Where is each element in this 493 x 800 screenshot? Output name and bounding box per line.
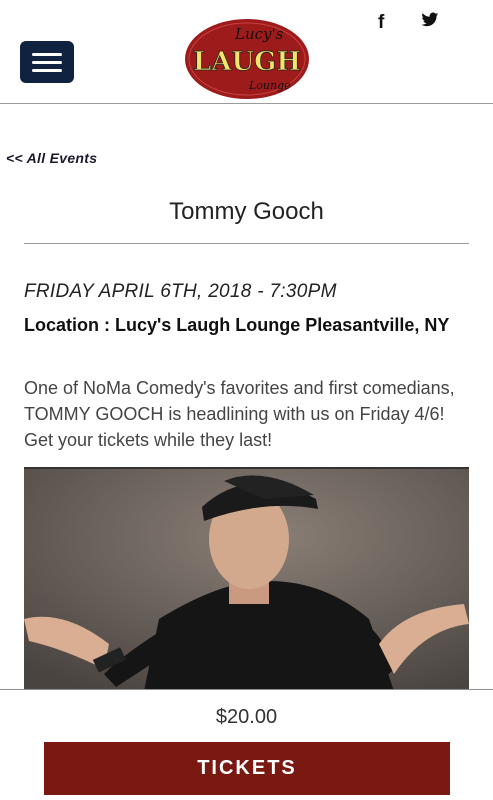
svg-text:LAUGH: LAUGH	[193, 47, 301, 77]
title-divider	[24, 243, 469, 244]
svg-text:Lounge: Lounge	[248, 79, 291, 92]
site-header: Lucy's LAUGH Lounge f	[0, 0, 493, 103]
svg-text:Lucy's: Lucy's	[234, 25, 284, 43]
hamburger-icon	[32, 53, 62, 56]
event-description: One of NoMa Comedy's favorites and first…	[24, 378, 455, 450]
facebook-icon[interactable]: f	[378, 12, 384, 34]
event-location: Location : Lucy's Laugh Lounge Pleasantv…	[24, 315, 450, 335]
event-title: Tommy Gooch	[169, 198, 324, 225]
twitter-icon[interactable]	[421, 12, 439, 34]
ticket-price: $20.00	[215, 706, 278, 728]
back-to-events-link[interactable]: << All Events	[6, 150, 97, 166]
purchase-footer: $20.00 TICKETS	[0, 689, 493, 800]
tickets-button[interactable]: TICKETS	[44, 742, 450, 795]
hamburger-menu-button[interactable]	[20, 41, 74, 83]
site-logo[interactable]: Lucy's LAUGH Lounge	[183, 15, 311, 101]
header-divider	[0, 103, 493, 104]
event-photo	[24, 467, 469, 691]
event-date: FRIDAY APRIL 6TH, 2018 - 7:30PM	[24, 281, 337, 302]
